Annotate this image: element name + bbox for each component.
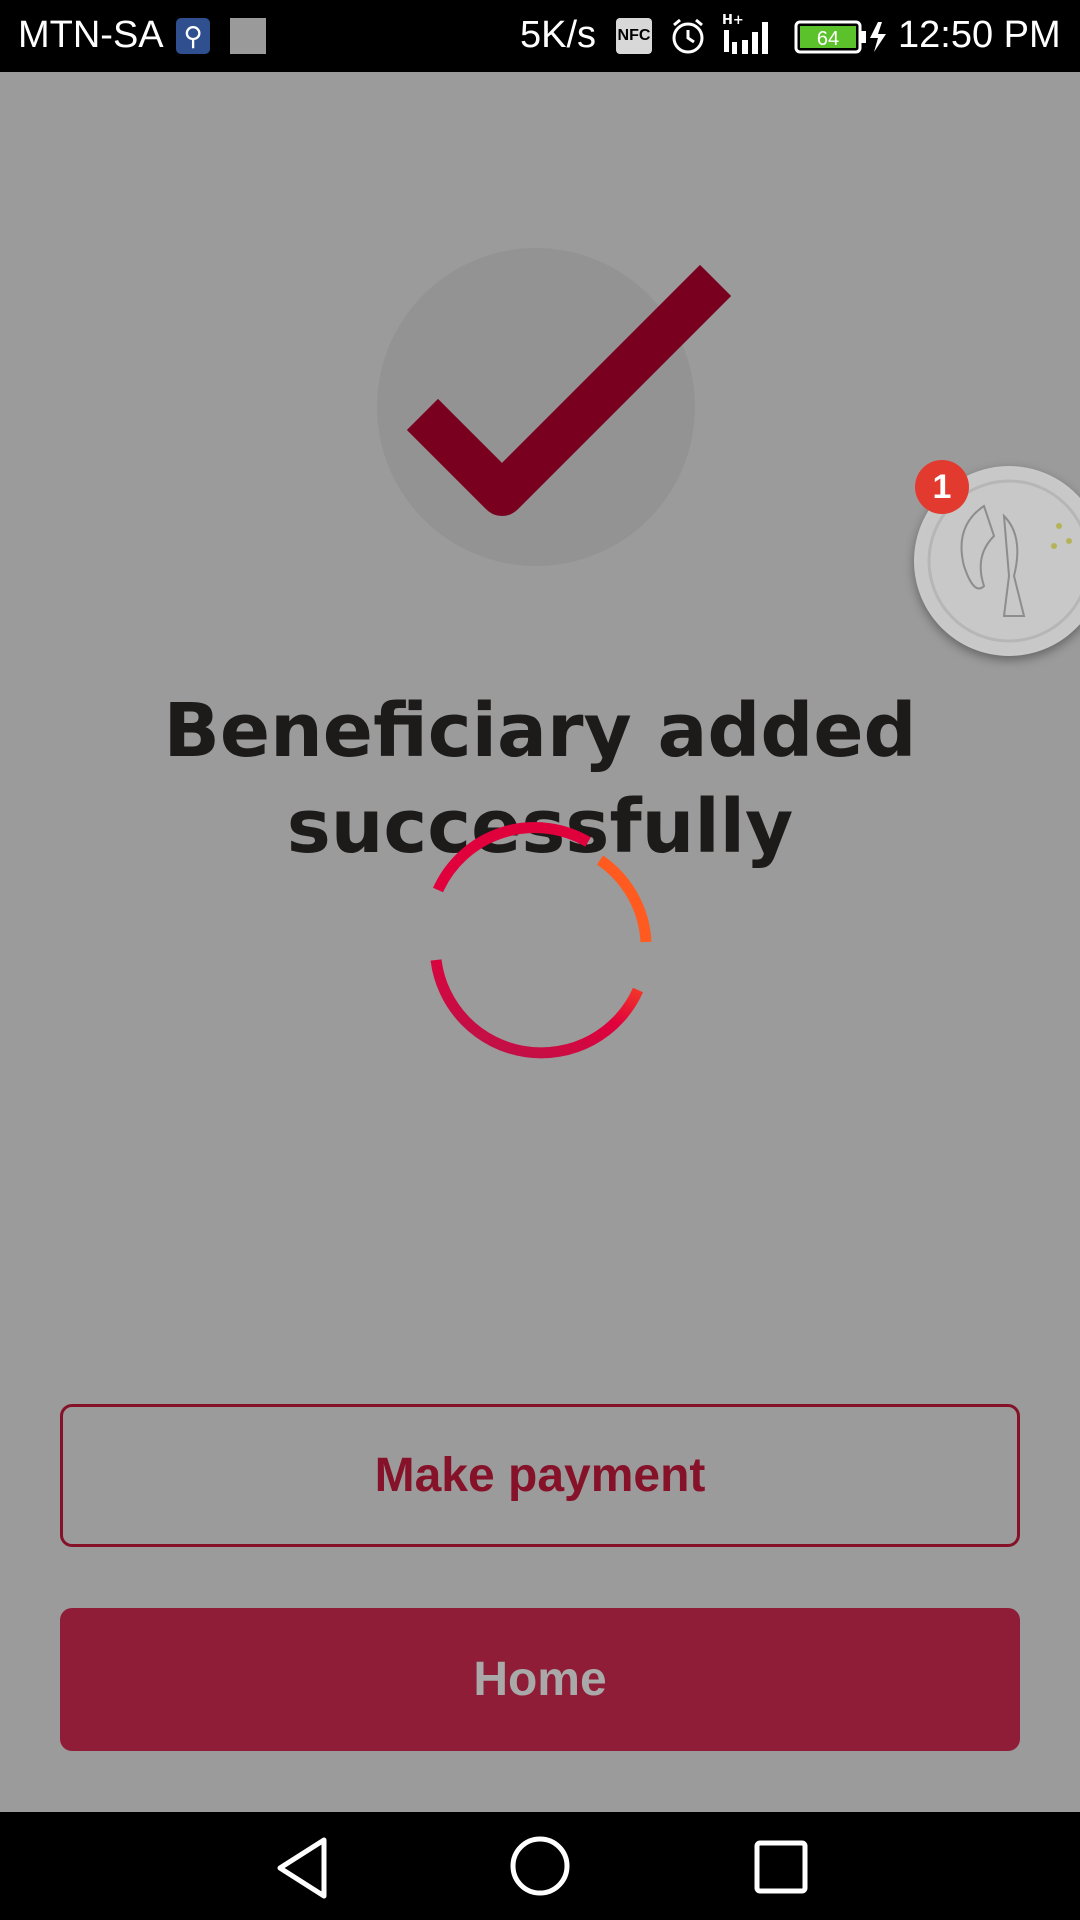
carrier-name: MTN-SA — [18, 14, 164, 56]
charging-icon — [870, 22, 886, 52]
home-button[interactable]: Home — [60, 1608, 1020, 1751]
battery-level: 64 — [817, 28, 839, 50]
make-payment-button[interactable]: Make payment — [60, 1404, 1020, 1547]
notification-badge: 1 — [915, 460, 969, 514]
clock: 12:50 PM — [898, 14, 1061, 56]
home-icon[interactable] — [508, 1834, 572, 1903]
navigation-bar — [0, 1812, 1080, 1920]
loading-spinner-icon — [412, 810, 668, 1071]
network-speed: 5K/s — [520, 14, 597, 56]
usb-icon: ⚲ — [176, 18, 210, 54]
status-bar: MTN-SA ⚲ 5K/s NFC H+ 64 12:50 PM — [0, 0, 1080, 72]
alarm-icon — [668, 16, 708, 66]
signal-icon: H+ — [720, 12, 780, 68]
back-icon[interactable] — [272, 1836, 332, 1905]
screen: MTN-SA ⚲ 5K/s NFC H+ 64 12:50 PM Benefic… — [0, 0, 1080, 1920]
svg-text:H+: H+ — [722, 13, 744, 28]
checkmark-icon — [400, 260, 740, 545]
battery-icon: 64 — [794, 20, 890, 64]
notification-thumbnail-icon — [230, 18, 266, 54]
nfc-icon: NFC — [616, 18, 652, 54]
recent-apps-icon[interactable] — [754, 1840, 808, 1899]
